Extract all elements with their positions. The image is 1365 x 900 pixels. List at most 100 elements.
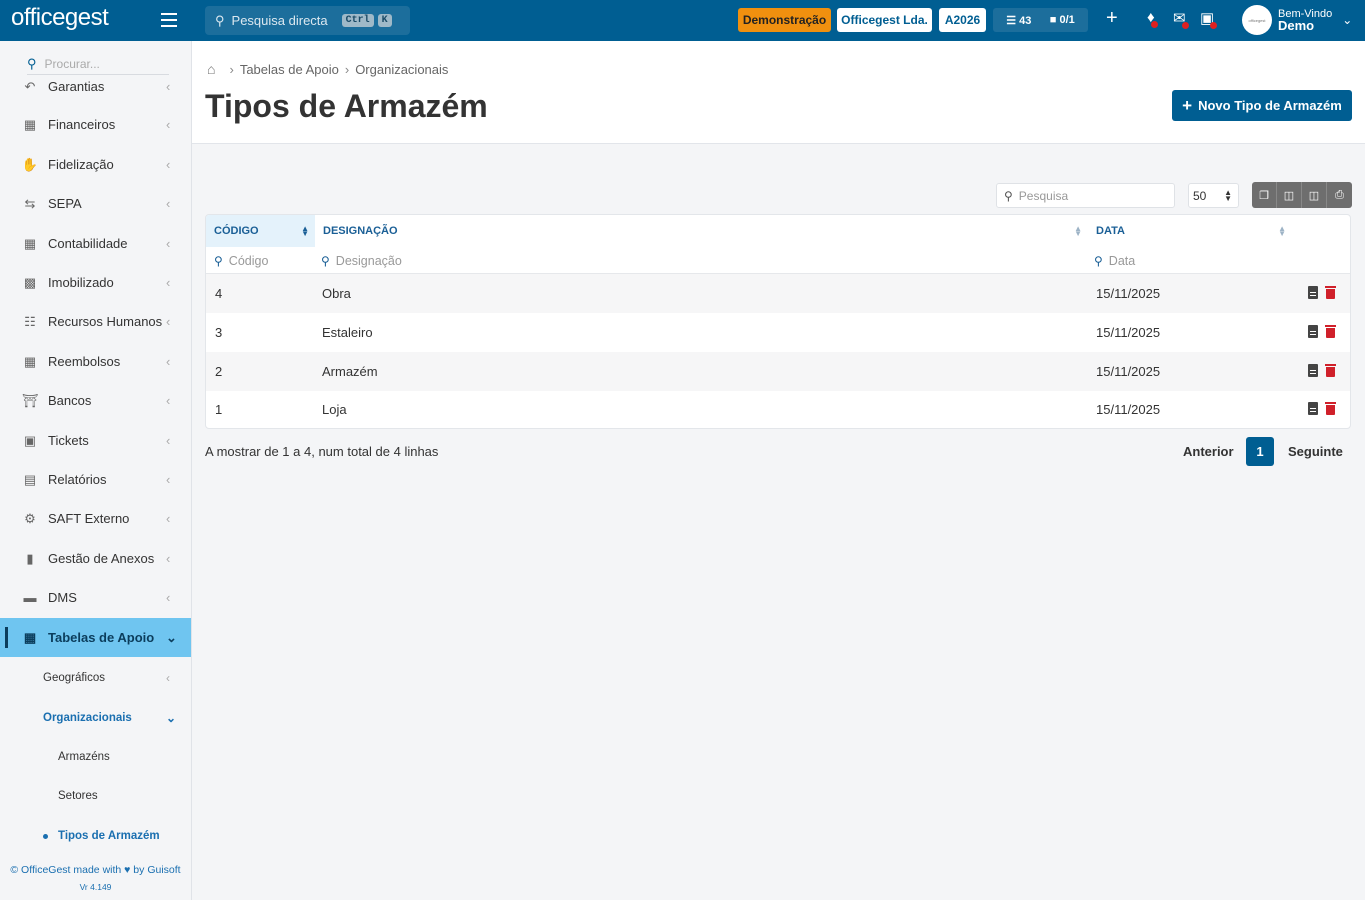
export-buttons: ❐ ◫ ◫ ⎙ xyxy=(1252,182,1352,208)
filter-data-input[interactable]: ⚲ Data xyxy=(1094,251,1284,271)
bell-icon[interactable]: ♦ xyxy=(1147,9,1158,28)
column-header-designacao[interactable]: Designação ▲ ▼ xyxy=(315,215,1088,247)
sidebar-item-recursos-humanos[interactable]: ☷ Recursos Humanos ‹ xyxy=(0,302,191,341)
undo-icon: ↶ xyxy=(24,78,36,94)
sidebar-item-tickets[interactable]: ▣ Tickets ‹ xyxy=(0,421,191,460)
sidebar-item-garantias[interactable]: ↶ Garantias ‹ xyxy=(0,67,191,106)
company-selector[interactable]: Officegest Lda. xyxy=(837,8,932,32)
pagination-page-1[interactable]: 1 xyxy=(1246,437,1274,466)
add-icon[interactable]: + xyxy=(1106,7,1118,30)
footer-credits: © OfficeGest made with ♥ by Guisoft xyxy=(10,864,181,876)
sidebar-item-label: DMS xyxy=(48,590,77,605)
table-icon: ▦ xyxy=(23,629,37,645)
chevron-left-icon: ‹ xyxy=(166,157,171,172)
copy-icon[interactable]: ❐ xyxy=(1252,182,1277,208)
sidebar-sub-setores[interactable]: Setores xyxy=(0,777,191,815)
cell-data: 15/11/2025 xyxy=(1096,325,1161,340)
column-header-codigo[interactable]: Código ▲ ▼ xyxy=(206,215,315,247)
sidebar-item-label: Relatórios xyxy=(48,472,107,487)
sidebar-item-label: Fidelização xyxy=(48,157,114,172)
table-filter-row: ⚲ Código ⚲ Designação ⚲ Data xyxy=(206,247,1350,274)
plus-icon: + xyxy=(1182,95,1193,115)
breadcrumb-item-organizacionais[interactable]: Organizacionais xyxy=(355,62,448,77)
cell-data: 15/11/2025 xyxy=(1096,286,1161,301)
sidebar-item-dms[interactable]: ▬ DMS ‹ xyxy=(0,578,191,617)
edit-document-icon[interactable] xyxy=(1308,402,1318,415)
print-icon[interactable]: ⎙ xyxy=(1327,182,1352,208)
trash-icon[interactable] xyxy=(1325,364,1336,377)
table-row[interactable]: 1 Loja 15/11/2025 xyxy=(206,390,1350,428)
cell-designacao: Loja xyxy=(322,402,347,417)
sidebar-sub-tipos-armazem[interactable]: Tipos de Armazém xyxy=(0,817,191,855)
pagination-previous[interactable]: Anterior xyxy=(1183,437,1234,466)
chevron-left-icon: ‹ xyxy=(166,236,171,251)
trash-icon[interactable] xyxy=(1325,325,1336,338)
cell-codigo: 1 xyxy=(215,402,223,417)
cell-data: 15/11/2025 xyxy=(1096,402,1161,417)
csv-icon[interactable]: ◫ xyxy=(1302,182,1327,208)
chart-icon: ▤ xyxy=(23,471,37,487)
cell-data: 15/11/2025 xyxy=(1096,364,1161,379)
new-warehouse-type-button[interactable]: + Novo Tipo de Armazém xyxy=(1172,90,1352,121)
sidebar-sub-geograficos[interactable]: Geográficos ‹ xyxy=(0,659,191,697)
sidebar-item-label: Financeiros xyxy=(48,117,116,132)
sidebar-item-financeiros[interactable]: ▦ Financeiros ‹ xyxy=(0,105,191,144)
table-row[interactable]: 4 Obra 15/11/2025 xyxy=(206,274,1350,313)
sidebar-item-contabilidade[interactable]: ▦ Contabilidade ‹ xyxy=(0,224,191,263)
sidebar-item-bancos[interactable]: ⛩ Bancos ‹ xyxy=(0,381,191,420)
sidebar-sub-armazens[interactable]: Armazéns xyxy=(0,738,191,776)
pagination-next[interactable]: Seguinte xyxy=(1288,437,1343,466)
sidebar-item-label: Bancos xyxy=(48,393,92,408)
filter-codigo-input[interactable]: ⚲ Código xyxy=(214,251,309,271)
data-table: Código ▲ ▼ Designação ▲ ▼ Data ▲ ▼ ⚲ Código… xyxy=(205,214,1351,429)
sort-arrows-icon: ▲ ▼ xyxy=(1224,187,1232,203)
sidebar-item-relatorios[interactable]: ▤ Relatórios ‹ xyxy=(0,460,191,499)
user-menu[interactable]: officegest Bem-Vindo Demo ⌄ xyxy=(1242,5,1352,35)
excel-icon[interactable]: ◫ xyxy=(1277,182,1302,208)
trash-icon[interactable] xyxy=(1325,286,1336,299)
cell-designacao: Estaleiro xyxy=(322,325,373,340)
chevron-left-icon: ‹ xyxy=(166,275,171,290)
breadcrumb-item-tabelas[interactable]: Tabelas de Apoio xyxy=(240,62,339,77)
home-icon[interactable]: ⌂ xyxy=(207,61,215,77)
table-row[interactable]: 2 Armazém 15/11/2025 xyxy=(206,352,1350,391)
table-info: A mostrar de 1 a 4, num total de 4 linha… xyxy=(205,444,439,459)
sidebar-sub-organizacionais[interactable]: Organizacionais ⌄ xyxy=(0,699,191,737)
demo-badge[interactable]: Demonstração xyxy=(738,8,831,32)
counters-group[interactable]: ☰ 43 ■ 0/1 xyxy=(993,8,1088,32)
ticket-icon[interactable]: ▣ xyxy=(1200,9,1218,29)
cell-codigo: 4 xyxy=(215,286,223,301)
menu-toggle-icon[interactable] xyxy=(161,13,177,27)
edit-document-icon[interactable] xyxy=(1308,325,1318,338)
sidebar-item-label: Reembolsos xyxy=(48,354,121,369)
docs-counter[interactable]: ■ 0/1 xyxy=(1050,14,1075,26)
sidebar-item-gestao-anexos[interactable]: ▮ Gestão de Anexos ‹ xyxy=(0,539,191,578)
chevron-right-icon: › xyxy=(344,61,350,77)
sidebar-item-sepa[interactable]: ⇆ SEPA ‹ xyxy=(0,184,191,223)
year-selector[interactable]: A2026 xyxy=(939,8,986,32)
sidebar-item-label: SEPA xyxy=(48,196,82,211)
global-search-input[interactable]: ⚲ Pesquisa directa Ctrl K xyxy=(205,6,410,35)
hand-coin-icon: ✋ xyxy=(21,156,39,172)
sidebar-item-reembolsos[interactable]: ▦ Reembolsos ‹ xyxy=(0,342,191,381)
column-header-data[interactable]: Data ▲ ▼ xyxy=(1088,215,1292,247)
logo[interactable]: officegest xyxy=(11,4,109,32)
trash-icon[interactable] xyxy=(1325,402,1336,415)
edit-document-icon[interactable] xyxy=(1308,364,1318,377)
table-row[interactable]: 3 Estaleiro 15/11/2025 xyxy=(206,313,1350,352)
sidebar-item-saft-externo[interactable]: ⚙ SAFT Externo ‹ xyxy=(0,499,191,538)
page-title: Tipos de Armazém xyxy=(205,88,488,124)
sidebar-item-fidelizacao[interactable]: ✋ Fidelização ‹ xyxy=(0,145,191,184)
sidebar-item-tabelas-apoio[interactable]: ▦ Tabelas de Apoio ⌄ xyxy=(0,618,191,657)
sidebar-item-label: Contabilidade xyxy=(48,236,128,251)
page-size-value: 50 xyxy=(1193,188,1207,203)
tasks-counter[interactable]: ☰ 43 xyxy=(1006,14,1031,27)
mail-icon[interactable]: ✉ xyxy=(1173,9,1189,29)
filter-placeholder: Data xyxy=(1108,254,1136,268)
edit-document-icon[interactable] xyxy=(1308,286,1318,299)
filter-designacao-input[interactable]: ⚲ Designação xyxy=(321,251,1081,271)
page-size-select[interactable]: 50 ▲ ▼ xyxy=(1188,183,1239,208)
ticket-icon: ▣ xyxy=(23,432,37,448)
table-search-input[interactable]: ⚲ Pesquisa xyxy=(996,183,1175,208)
sidebar-item-imobilizado[interactable]: ▩ Imobilizado ‹ xyxy=(0,263,191,302)
